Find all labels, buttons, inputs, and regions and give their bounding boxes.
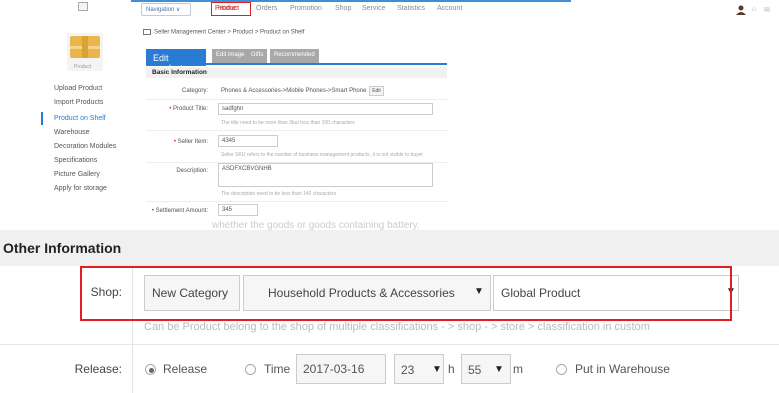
description-label: Description: — [176, 168, 208, 174]
sidebar-item-product-on-shelf[interactable]: Product on Shelf — [54, 115, 106, 122]
sidebar-item-specifications[interactable]: Specifications — [54, 157, 97, 164]
broken-logo-image — [78, 2, 88, 11]
row-divider — [0, 344, 779, 345]
seller-item-input[interactable]: 4345 — [218, 135, 278, 147]
tab-edit-image[interactable]: Edit image — [212, 49, 249, 63]
warehouse-radio[interactable] — [556, 364, 567, 375]
settlement-amount-label: • Settlement Amount: — [148, 208, 208, 214]
product-title-hint: The title need to be more than 3but less… — [221, 120, 355, 126]
tab-gifts[interactable]: Gifts — [247, 49, 268, 63]
page-root: Navigation ∨ Home Product Orders Promoti… — [0, 0, 779, 393]
seller-item-label-text: Seller Item: — [177, 139, 208, 145]
chevron-down-icon[interactable]: ▼ — [432, 364, 442, 375]
nav-link-promotion[interactable]: Promotion — [290, 5, 322, 12]
sidebar-item-upload-product[interactable]: Upload Product — [54, 85, 102, 92]
required-marker: • — [169, 106, 172, 112]
settlement-amount-label-text: Settlement Amount: — [155, 208, 208, 214]
seller-item-hint: Seller SKU refers to the number of busin… — [221, 152, 424, 158]
hour-unit: h — [448, 362, 455, 376]
nav-link-statistics[interactable]: Statistics — [397, 5, 425, 12]
top-bar: Navigation ∨ Home Product Orders Promoti… — [0, 0, 779, 18]
nav-link-product[interactable]: Product — [215, 5, 239, 12]
product-title-label: • Product Title: — [148, 106, 208, 112]
row-divider — [146, 201, 447, 202]
required-marker: • — [151, 208, 154, 214]
other-info-title: Other Information — [3, 240, 122, 256]
category-value: Phones & Accessories->Mobile Phones->Sma… — [221, 88, 367, 94]
basic-info-heading: Basic Information — [146, 67, 447, 78]
description-hint: The description need to be less than 140… — [221, 191, 337, 197]
description-textarea[interactable]: ASDFXCBVGNHB — [218, 163, 433, 187]
time-option-label[interactable]: Time — [264, 362, 290, 376]
product-title-label-text: Product Title: — [172, 106, 208, 112]
nav-link-orders[interactable]: Orders — [256, 5, 277, 12]
row-divider — [146, 99, 447, 100]
nav-link-service[interactable]: Service — [362, 5, 385, 12]
shop-classification-note: Can be Product belong to the shop of mul… — [144, 321, 650, 333]
chevron-down-icon[interactable]: ▼ — [494, 364, 504, 375]
seller-item-label: • Seller Item: — [148, 139, 208, 145]
sidebar-item-decoration-modules[interactable]: Decoration Modules — [54, 143, 116, 150]
time-radio[interactable] — [245, 364, 256, 375]
sidebar-item-picture-gallery[interactable]: Picture Gallery — [54, 171, 100, 178]
tab-recommended[interactable]: Recommended — [270, 49, 319, 63]
release-option-label[interactable]: Release — [163, 362, 207, 376]
sidebar-item-apply-for-storage[interactable]: Apply for storage — [54, 185, 107, 192]
other-info-header: Other Information — [0, 230, 779, 266]
nav-link-shop[interactable]: Shop — [335, 5, 351, 12]
navigation-dropdown[interactable]: Navigation ∨ — [141, 3, 191, 16]
mail-icon[interactable]: ✉ — [764, 6, 770, 14]
category-label: Category: — [181, 88, 208, 94]
breadcrumb-text: Seller Management Center > Product > Pro… — [154, 29, 305, 36]
release-date-input[interactable]: 2017-03-16 — [296, 354, 386, 384]
minute-unit: m — [513, 362, 523, 376]
product-label: Product — [74, 64, 92, 70]
user-icon[interactable] — [735, 5, 747, 15]
breadcrumb: Seller Management Center > Product > Pro… — [143, 29, 304, 36]
row-divider — [146, 130, 447, 131]
tab-edit-product[interactable]: Edit product — [146, 49, 206, 73]
release-radio[interactable] — [145, 364, 156, 375]
release-label: Release: — [74, 362, 122, 376]
monitor-icon — [143, 29, 151, 35]
sidebar-item-warehouse[interactable]: Warehouse — [54, 129, 90, 136]
product-title-input[interactable]: sadfghn — [218, 103, 433, 115]
shop-highlight-frame — [80, 266, 732, 321]
nav-link-account[interactable]: Account — [437, 5, 462, 12]
required-marker: • — [173, 139, 176, 145]
settlement-amount-input[interactable]: 345 — [218, 204, 258, 216]
category-edit-button[interactable]: Edit — [369, 86, 384, 96]
sidebar-item-import-products[interactable]: Import Products — [54, 99, 103, 106]
warehouse-option-label[interactable]: Put in Warehouse — [575, 362, 670, 376]
top-bar-accent-line — [131, 0, 571, 2]
home-icon[interactable]: ⌂ — [752, 6, 756, 13]
